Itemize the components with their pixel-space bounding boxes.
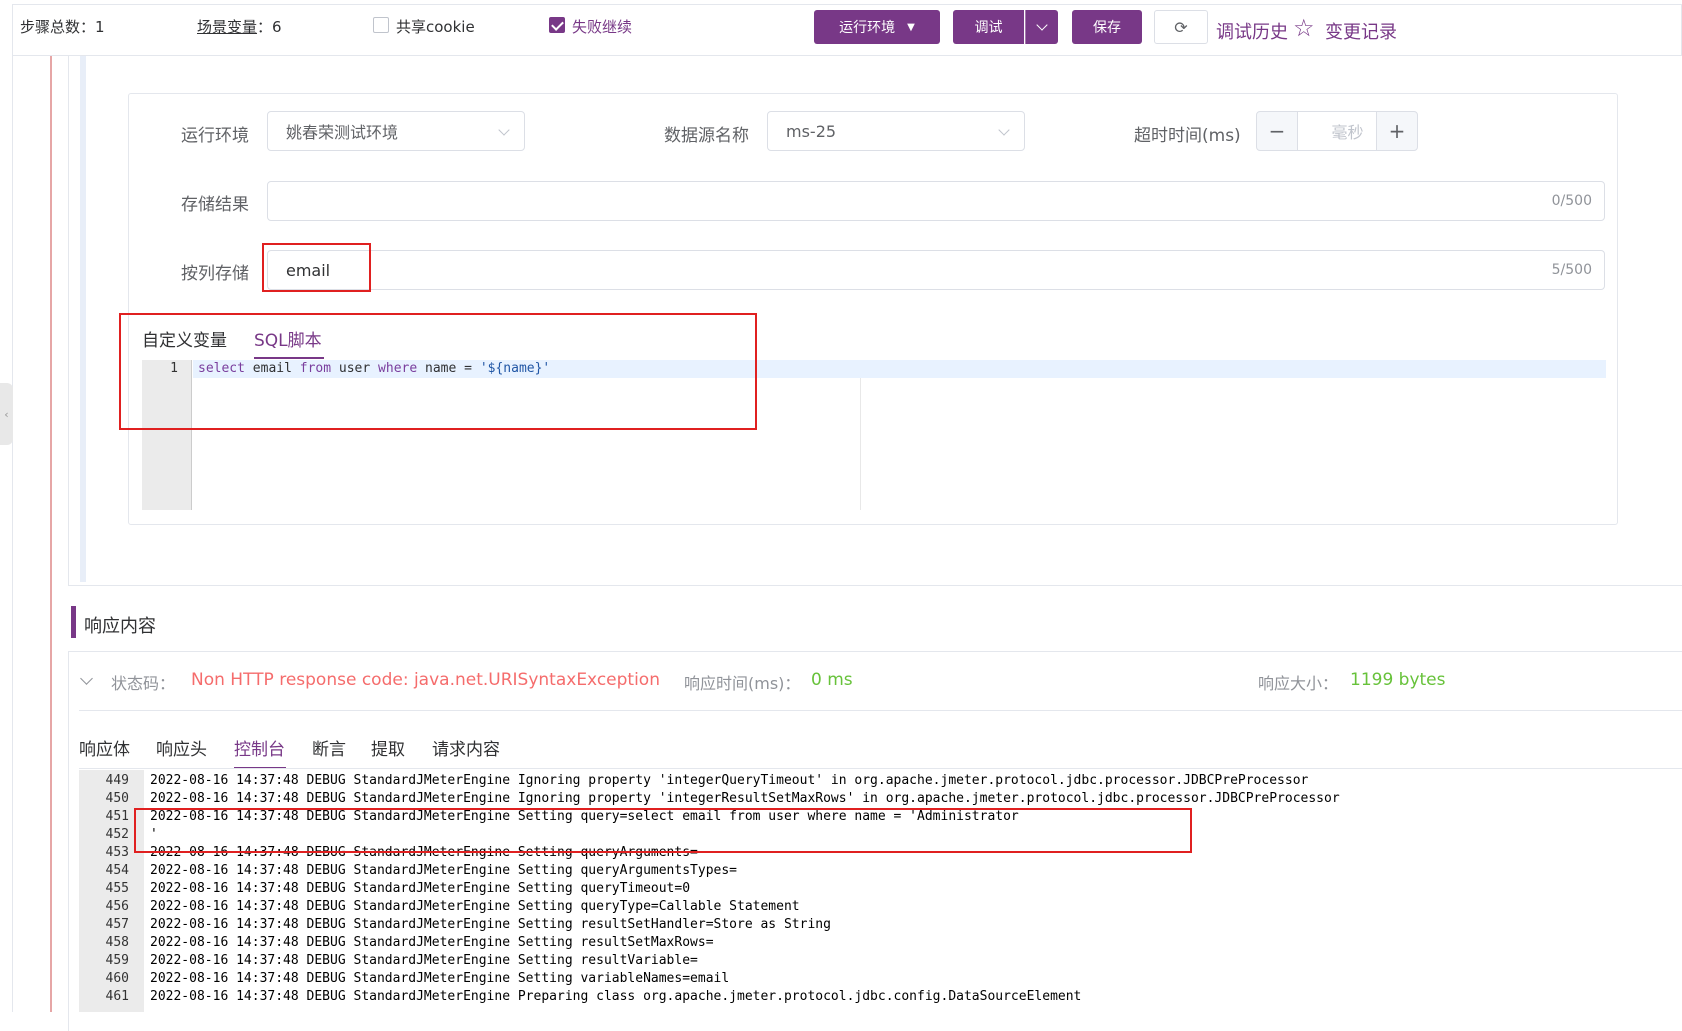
chevron-down-icon	[1036, 19, 1048, 31]
column-store-count: 5/500	[1551, 262, 1592, 278]
highlight-box	[134, 808, 1192, 853]
console-line-text: 2022-08-16 14:37:48 DEBUG StandardJMeter…	[150, 935, 714, 950]
timeout-field-label: 超时时间(ms)	[1134, 126, 1241, 146]
scene-variables-sep: ：	[257, 18, 273, 36]
console-line-text: 2022-08-16 14:37:48 DEBUG StandardJMeter…	[150, 953, 698, 968]
chevron-down-icon	[498, 124, 510, 136]
store-result-count: 0/500	[1551, 193, 1592, 209]
console-line: 456 2022-08-16 14:37:48 DEBUG StandardJMe…	[79, 898, 1679, 916]
console-line-number: 456	[105, 899, 129, 914]
sql-step-form	[128, 93, 1618, 525]
fail-continue-label[interactable]: 失败继续	[572, 16, 632, 37]
left-border	[12, 56, 13, 1012]
scene-variables-link[interactable]: 场景变量	[197, 18, 257, 36]
console-line: 459 2022-08-16 14:37:48 DEBUG StandardJMe…	[79, 952, 1679, 970]
tab-request-content[interactable]: 请求内容	[432, 735, 500, 760]
refresh-icon: ⟳	[1174, 17, 1188, 37]
response-section-title: 响应内容	[84, 616, 156, 637]
datasource-select-value: ms-25	[786, 121, 837, 141]
scene-variables-value: 6	[272, 18, 282, 36]
console-line-text: 2022-08-16 14:37:48 DEBUG StandardJMeter…	[150, 971, 730, 986]
debug-button[interactable]: 调试	[953, 10, 1024, 44]
console-line-number: 453	[105, 845, 129, 860]
run-env-field-label: 运行环境	[181, 126, 249, 146]
console-line-text: 2022-08-16 14:37:48 DEBUG StandardJMeter…	[150, 881, 691, 896]
editor-print-margin	[860, 378, 861, 510]
step-indicator-rail	[50, 56, 52, 1012]
console-line-number: 460	[105, 971, 129, 986]
console-line-text: 2022-08-16 14:37:48 DEBUG StandardJMeter…	[150, 917, 831, 932]
debug-dropdown-button[interactable]	[1025, 10, 1058, 44]
step-count-value: 1	[95, 18, 105, 36]
divider	[79, 710, 1682, 711]
share-cookie-label[interactable]: 共享cookie	[396, 16, 475, 37]
column-store-input[interactable]: email 5/500	[267, 250, 1605, 290]
star-icon[interactable]: ☆	[1293, 14, 1315, 42]
scene-variables: 场景变量：6	[197, 16, 282, 37]
console-line-number: 451	[105, 809, 129, 824]
console-line: 460 2022-08-16 14:37:48 DEBUG StandardJMe…	[79, 970, 1679, 988]
response-size-value: 1199 bytes	[1350, 670, 1446, 690]
console-line: 458 2022-08-16 14:37:48 DEBUG StandardJMe…	[79, 934, 1679, 952]
change-log-link[interactable]: 变更记录	[1325, 18, 1397, 44]
console-line: 461 2022-08-16 14:37:48 DEBUG StandardJMe…	[79, 988, 1679, 1006]
response-time-label: 响应时间(ms)：	[684, 674, 801, 693]
store-result-field-label: 存储结果	[181, 195, 249, 215]
save-button[interactable]: 保存	[1072, 10, 1142, 44]
console-line: 454 2022-08-16 14:37:48 DEBUG StandardJMe…	[79, 862, 1679, 880]
timeout-decrement-button[interactable]: −	[1256, 111, 1298, 151]
response-size-label: 响应大小：	[1258, 674, 1339, 693]
console-line: 457 2022-08-16 14:37:48 DEBUG StandardJMe…	[79, 916, 1679, 934]
step-count: 步骤总数：1	[20, 16, 105, 37]
step-count-label: 步骤总数：	[20, 18, 96, 36]
console-line-number: 459	[105, 953, 129, 968]
console-line-text: 2022-08-16 14:37:48 DEBUG StandardJMeter…	[150, 773, 1309, 788]
tab-response-headers[interactable]: 响应头	[156, 735, 207, 760]
store-result-input[interactable]: 0/500	[267, 181, 1605, 221]
console-line: 455 2022-08-16 14:37:48 DEBUG StandardJMe…	[79, 880, 1679, 898]
tab-response-body[interactable]: 响应体	[79, 735, 130, 760]
console-line-number: 450	[105, 791, 129, 806]
console-line-text: 2022-08-16 14:37:48 DEBUG StandardJMeter…	[150, 899, 800, 914]
tab-console[interactable]: 控制台	[234, 735, 285, 760]
status-code-label: 状态码：	[111, 674, 176, 693]
console-line-number: 457	[105, 917, 129, 932]
caret-down-icon: ▼	[907, 21, 915, 33]
chevron-down-icon	[998, 124, 1010, 136]
console-line-text: 2022-08-16 14:37:48 DEBUG StandardJMeter…	[150, 863, 737, 878]
datasource-field-label: 数据源名称	[664, 126, 749, 146]
timeout-increment-button[interactable]: +	[1376, 111, 1418, 151]
tab-assertions[interactable]: 断言	[312, 735, 346, 760]
response-time-value: 0 ms	[811, 670, 853, 690]
console-line-number: 449	[105, 773, 129, 788]
chevron-left-icon: ‹	[4, 407, 9, 421]
datasource-select[interactable]: ms-25	[767, 111, 1025, 151]
console-line-number: 454	[105, 863, 129, 878]
run-env-select[interactable]: 姚春荣测试环境	[267, 111, 525, 151]
column-store-field-label: 按列存储	[181, 264, 249, 284]
run-env-button-label: 运行环境	[839, 20, 896, 36]
highlight-box	[262, 243, 371, 292]
run-env-button[interactable]: 运行环境 ▼	[814, 10, 940, 44]
tab-extract[interactable]: 提取	[371, 735, 405, 760]
fail-continue-checkbox[interactable]	[549, 17, 565, 33]
console-line-number: 452	[105, 827, 129, 842]
collapse-sidebar-handle[interactable]: ‹	[0, 383, 13, 445]
console-line-number: 461	[105, 989, 129, 1004]
debug-history-link[interactable]: 调试历史	[1216, 18, 1288, 44]
console-line: 450 2022-08-16 14:37:48 DEBUG StandardJMe…	[79, 790, 1679, 808]
console-line-number: 455	[105, 881, 129, 896]
console-line-number: 458	[105, 935, 129, 950]
highlight-box	[119, 313, 757, 430]
step-inner-rail	[80, 56, 86, 582]
console-line-text: 2022-08-16 14:37:48 DEBUG StandardJMeter…	[150, 791, 1340, 806]
status-code-value: Non HTTP response code: java.net.URISynt…	[191, 670, 660, 690]
share-cookie-checkbox[interactable]	[373, 17, 389, 33]
run-env-select-value: 姚春荣测试环境	[286, 123, 399, 142]
divider	[79, 768, 1682, 769]
console-line-text: 2022-08-16 14:37:48 DEBUG StandardJMeter…	[150, 989, 1082, 1004]
console-line: 449 2022-08-16 14:37:48 DEBUG StandardJMe…	[79, 772, 1679, 790]
section-accent-bar	[71, 606, 76, 638]
refresh-button[interactable]: ⟳	[1154, 10, 1208, 44]
